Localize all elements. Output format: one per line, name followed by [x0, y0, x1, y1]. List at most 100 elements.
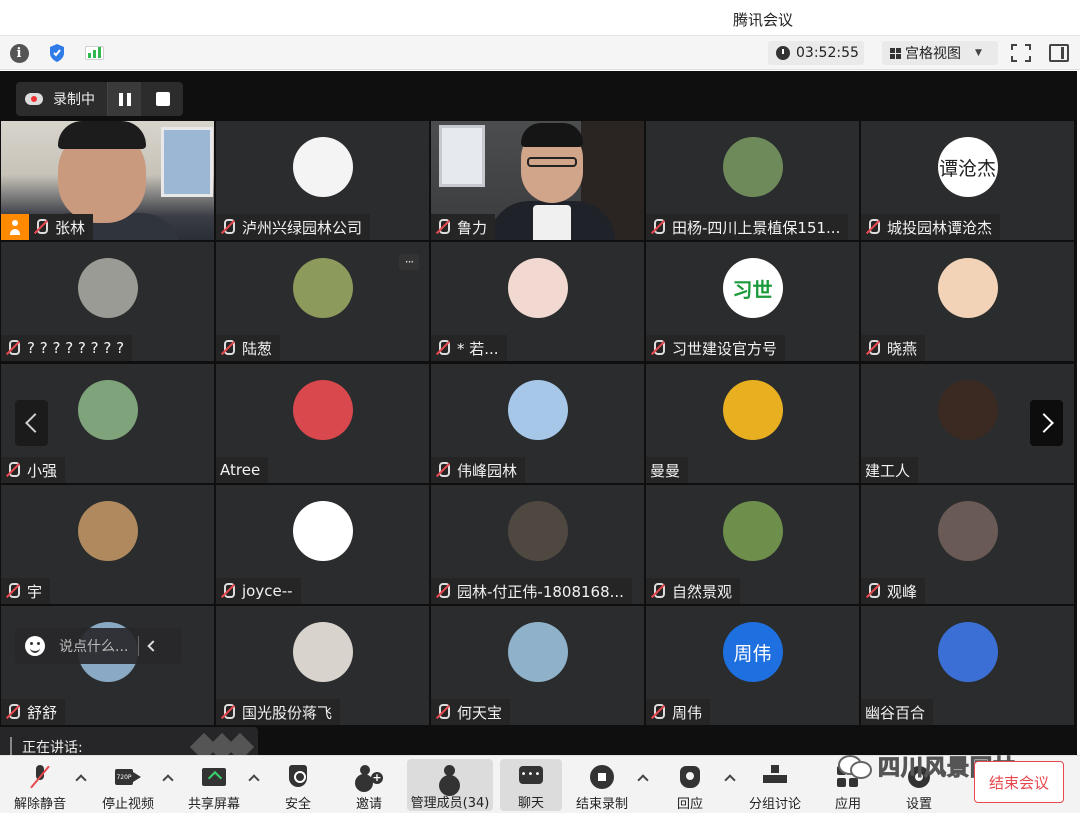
participant-name-bar: 习世建设官方号	[646, 335, 786, 361]
participant-name-bar: 田杨-四川上景植保151...	[646, 214, 849, 240]
shield-icon	[50, 44, 64, 62]
unmute-button[interactable]: 解除静音	[8, 756, 72, 813]
participant-tile[interactable]: 舒舒	[1, 606, 214, 725]
participant-tile[interactable]: 宇	[1, 485, 214, 604]
end-meeting-button[interactable]: 结束会议	[974, 761, 1064, 803]
stop-recording-icon[interactable]	[156, 92, 170, 106]
emoji-icon[interactable]	[25, 636, 45, 656]
participant-name: 泸州兴绿园林公司	[242, 218, 363, 237]
participant-name: joyce--	[242, 582, 293, 600]
participant-name: * 若...	[457, 339, 499, 358]
mic-muted-icon	[650, 340, 666, 356]
mic-muted-icon	[33, 219, 49, 235]
video-options-chevron-icon[interactable]	[162, 774, 174, 786]
participant-tile[interactable]: Atree	[216, 364, 429, 483]
share-options-chevron-icon[interactable]	[248, 774, 260, 786]
participant-tile[interactable]: 曼曼	[646, 364, 859, 483]
participant-name-bar: 周伟	[646, 699, 711, 725]
participant-name: 伟峰园林	[457, 461, 518, 480]
manage-members-button[interactable]: 管理成员(34)	[407, 759, 493, 811]
participant-avatar	[722, 501, 783, 561]
chat-button[interactable]: 聊天	[500, 759, 562, 811]
participant-tile[interactable]: 田杨-四川上景植保151...	[646, 121, 859, 240]
invite-button[interactable]: 邀请	[347, 756, 391, 813]
participant-tile[interactable]: 习世 习世建设官方号	[646, 242, 859, 361]
stop-recording-button[interactable]: 结束录制	[572, 756, 632, 813]
participant-tile[interactable]: 鲁力	[431, 121, 644, 240]
stop-video-button[interactable]: 停止视频	[96, 756, 160, 813]
host-icon	[1, 214, 29, 240]
participant-tile[interactable]: 泸州兴绿园林公司	[216, 121, 429, 240]
more-options-icon[interactable]: ···	[399, 254, 419, 270]
clock-icon	[776, 46, 790, 60]
cloud-record-icon	[25, 93, 43, 105]
participant-tile[interactable]: 伟峰园林	[431, 364, 644, 483]
participant-tile[interactable]: * 若...	[431, 242, 644, 361]
participant-avatar	[77, 501, 138, 561]
participant-tile[interactable]: 国光股份蒋飞	[216, 606, 429, 725]
record-options-chevron-icon[interactable]	[637, 774, 649, 786]
mic-muted-icon	[5, 583, 21, 599]
breakout-rooms-button[interactable]: 分组讨论	[744, 756, 806, 813]
invite-label: 邀请	[355, 797, 382, 812]
mic-muted-icon	[435, 340, 451, 356]
participant-tile[interactable]: 谭沧杰 城投园林谭沧杰	[861, 121, 1074, 240]
participant-tile[interactable]: 周伟 周伟	[646, 606, 859, 725]
next-page-button[interactable]	[1030, 400, 1063, 446]
participant-name-bar: joyce--	[216, 578, 301, 604]
members-icon	[437, 764, 463, 789]
participant-name-bar: 宇	[1, 578, 51, 604]
participant-name: 建工人	[865, 461, 911, 480]
participant-avatar	[292, 137, 353, 197]
participant-name: 自然景观	[672, 582, 733, 601]
participant-tile[interactable]: 自然景观	[646, 485, 859, 604]
collapse-chat-icon[interactable]	[147, 640, 160, 652]
participant-name: 舒舒	[27, 703, 58, 722]
reaction-button[interactable]: 回应	[668, 756, 712, 813]
participant-tile[interactable]: 园林-付正伟-1808168...	[431, 485, 644, 604]
participant-tile[interactable]: 何天宝	[431, 606, 644, 725]
pause-icon	[118, 92, 123, 106]
participant-name: 何天宝	[457, 703, 503, 722]
participant-tile[interactable]: ··· 陆葱	[216, 242, 429, 361]
participant-avatar	[77, 380, 138, 440]
chat-input-bar[interactable]: 说点什么...	[15, 628, 182, 664]
participant-tile[interactable]: ? ? ? ? ? ? ? ?	[1, 242, 214, 361]
meeting-info-button[interactable]: i	[8, 43, 30, 63]
mic-muted-icon	[650, 219, 666, 235]
prev-page-button[interactable]	[15, 400, 48, 446]
mic-muted-icon	[5, 704, 21, 720]
reaction-options-chevron-icon[interactable]	[724, 774, 736, 786]
participant-name: 国光股份蒋飞	[242, 703, 333, 722]
participant-name: 小强	[27, 461, 58, 480]
audio-options-chevron-icon[interactable]	[75, 774, 87, 786]
breakout-label: 分组讨论	[748, 797, 801, 812]
share-screen-button[interactable]: 共享屏幕	[182, 756, 246, 813]
fullscreen-button[interactable]	[1011, 44, 1031, 62]
meeting-timer: 03:52:55	[768, 41, 864, 65]
security-button[interactable]: 安全	[276, 756, 320, 813]
mic-muted-icon	[5, 340, 21, 356]
participant-tile[interactable]: 观峰	[861, 485, 1074, 604]
participant-tile[interactable]: joyce--	[216, 485, 429, 604]
participant-tile[interactable]: 张林	[1, 121, 214, 240]
participant-avatar	[292, 622, 353, 682]
participant-tile[interactable]: 幽谷百合	[861, 606, 1074, 725]
window-title: 腾讯会议	[732, 11, 793, 29]
mic-muted-icon	[865, 219, 881, 235]
chat-input[interactable]: 说点什么...	[59, 636, 128, 656]
mic-muted-icon	[435, 219, 451, 235]
participant-avatar	[937, 258, 998, 318]
unmute-label: 解除静音	[13, 797, 66, 812]
participant-avatar	[937, 380, 998, 440]
mic-muted-icon	[220, 340, 236, 356]
pause-recording-button[interactable]	[108, 82, 141, 116]
network-status-button[interactable]	[83, 43, 105, 63]
participant-name-bar: 晓燕	[861, 335, 926, 361]
participant-tile[interactable]: 晓燕	[861, 242, 1074, 361]
security-status-button[interactable]	[46, 43, 68, 63]
participant-name-bar: 小强	[1, 457, 66, 483]
side-panel-toggle-icon[interactable]	[1049, 44, 1069, 62]
view-mode-select[interactable]: 宫格视图 ▼	[882, 41, 998, 65]
participant-name: 田杨-四川上景植保151...	[672, 218, 841, 237]
